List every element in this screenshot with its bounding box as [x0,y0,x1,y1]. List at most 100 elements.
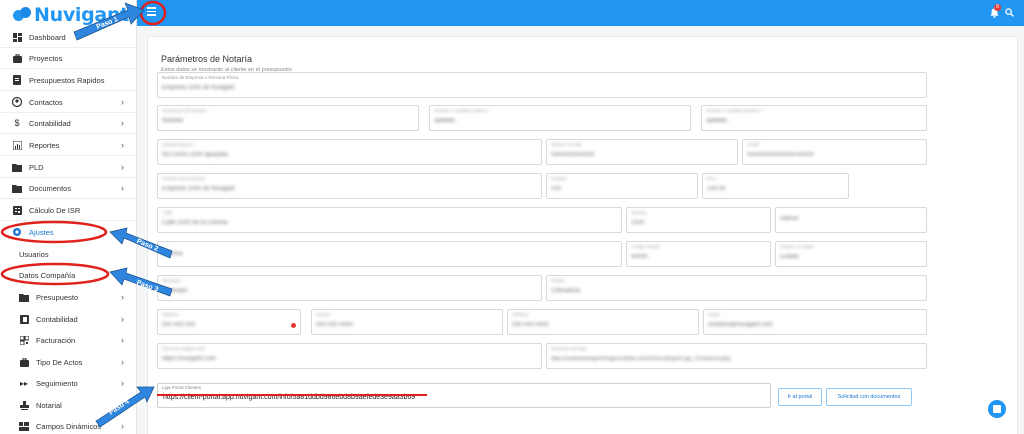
sidebar-item-label: Contactos [29,97,63,107]
chevron-right-icon: › [121,183,124,193]
numero-ine-field[interactable]: Número de INE 0000000000000 [546,139,738,165]
rfc-field[interactable]: RFC 100.00 [702,173,849,199]
celular-field[interactable]: Celular 000 000 0000 [311,309,503,335]
chevron-right-icon: › [121,162,124,172]
chevron-right-icon: › [121,97,124,107]
calle-field[interactable]: Calle Calle 1000 de la Colonia [157,207,622,233]
sidebar-item-presupuestos-rapidos[interactable]: Presupuestos Rapidos [0,70,136,90]
sidebar-item-label: Campos Dinámicos [36,421,102,431]
stamp-icon [19,400,29,410]
sidebar-item-facturacion[interactable]: Facturación › [0,330,136,350]
sidebar-item-label: Presupuestos Rapidos [29,75,105,85]
save-button[interactable] [988,400,1006,418]
sidebar-item-label: Cálculo De ISR [29,205,81,215]
sidebar-item-label: Contabilidad [29,118,71,128]
sidebar-item-presupuesto[interactable]: Presupuesto › [0,287,136,307]
dollar-icon: $ [14,118,20,128]
sidebar-item-label: Reportes [29,140,60,150]
briefcase-icon [19,357,29,367]
go-to-portal-button[interactable]: Ir al portal [778,388,822,406]
entidad-field[interactable]: Entidad 100 [546,173,698,199]
briefcase-icon [12,53,22,63]
sidebar-item-label: Proyectos [29,53,63,63]
chevron-right-icon: › [121,292,124,302]
sidebar-item-campos-dinamicos[interactable]: Campos Dinámicos › [0,416,136,434]
numero-interior-field[interactable]: Interior [775,207,927,233]
ledger-icon [19,314,29,324]
fields-icon [19,421,29,431]
sidebar-item-usuarios[interactable]: Usuarios [0,244,136,264]
codigo-postal-field[interactable]: Código Postal 00000 [626,241,771,267]
page-title: Parámetros de Notaría [161,54,253,64]
colonia-field[interactable]: Colonia [157,241,622,267]
qr-icon [19,335,29,345]
folder-icon [19,292,29,302]
empresa-field[interactable]: Nombre de Empresa o Persona Física Empre… [157,72,927,98]
chevron-right-icon: › [121,335,124,345]
portal-link-value[interactable]: https://client-portal.app.nuvigant.com/i… [163,394,415,401]
sidebar-item-calculo-isr[interactable]: Cálculo De ISR [0,200,136,220]
pagina-web-field[interactable]: Dirección página web https://nuvigant.co… [157,343,542,369]
nombre-notaria-field[interactable]: Nombre de la Notaría Empresa 1000 de Nuv… [157,173,542,199]
sidebar-item-datos-compania[interactable]: Datos Compañía [0,265,136,285]
estado-field[interactable]: Estado Chihuahua [546,275,927,301]
chevron-right-icon: › [121,118,124,128]
sidebar-item-label: Dashboard [29,32,66,42]
portal-clientes-link-field[interactable]: Liga Portal Clientes https://client-port… [157,383,771,408]
sidebar-item-contactos[interactable]: Contactos › [0,92,136,112]
chevron-right-icon: › [121,314,124,324]
document-icon [12,75,22,85]
chevron-right-icon: › [121,378,124,388]
account-icon [12,97,22,107]
nombre-field[interactable]: Nombre(s) del Notario Nombre [157,105,419,131]
calculator-icon [12,205,22,215]
sidebar-item-label: Contabilidad [36,314,78,324]
sidebar-item-label: Ajustes [29,227,54,237]
curp-field[interactable]: CURP AAAA000000HDFAAA00 [742,139,927,165]
apellido-paterno-field[interactable]: Nombre o Apellido Paterno * Apellido [429,105,691,131]
sidebar-item-contabilidad-ajustes[interactable]: Contabilidad › [0,309,136,329]
chevron-right-icon: › [121,140,124,150]
error-indicator-icon [291,323,296,328]
folder-icon [12,183,22,193]
sidebar-item-label: Seguimiento [36,378,78,388]
numero-exterior-field[interactable]: Número 1000 [626,207,771,233]
sidebar-item-label: PLD [29,162,44,172]
email-field[interactable]: Email contacto@nuvigant.com [703,309,927,335]
fast-forward-icon: ▸▸ [19,378,29,388]
chevron-right-icon: › [121,421,124,431]
chevron-right-icon: › [121,357,124,367]
search-icon[interactable] [1005,8,1014,17]
sidebar-item-ajustes[interactable]: Ajustes [0,222,136,242]
notaria-numero-field[interactable]: Notaria Número NOTARIA 1000 apoyada [157,139,542,165]
telefono-field[interactable]: Teléfono 000 000 000 [157,309,301,335]
notaria-parameters-card: Parámetros de Notaría Estos datos se mos… [147,36,1018,434]
sidebar-item-label: Presupuesto [36,292,79,302]
gear-icon [12,227,22,237]
main-content: Parámetros de Notaría Estos datos se mos… [137,26,1024,434]
request-with-documents-button[interactable]: Solicitud con documentos [826,388,912,406]
logo-mark-icon [12,7,34,23]
sidebar-item-label: Documentos [29,183,72,193]
sidebar-item-documentos[interactable]: Documentos › [0,178,136,198]
folder-lock-icon [12,162,22,172]
telefono-2-field[interactable]: Teléfono 000 000 0000 [507,309,699,335]
sidebar-item-reportes[interactable]: Reportes › [0,135,136,155]
sidebar-item-dashboard[interactable]: Dashboard [0,27,136,47]
sidebar-item-seguimiento[interactable]: ▸▸ Seguimiento › [0,373,136,393]
logo-url-field[interactable]: Dirección del logo https://notariamanage… [546,343,927,369]
sidebar-item-pld[interactable]: PLD › [0,157,136,177]
municipio-field[interactable]: Municipio Municipio [157,275,542,301]
sidebar-item-label: Facturación [36,335,76,345]
chart-icon [12,140,22,150]
estado-ciudad-field[interactable]: Estado o Ciudad Estado [775,241,927,267]
sidebar-item-tipo-actos[interactable]: Tipo De Actos › [0,352,136,372]
sidebar-item-proyectos[interactable]: Proyectos [0,48,136,68]
top-app-bar: 8 [137,0,1024,26]
apellido-materno-field[interactable]: Nombre o Apellido Materno * Apellido [701,105,927,131]
sidebar-item-contabilidad[interactable]: $ Contabilidad › [0,113,136,133]
sidebar-item-label: Tipo De Actos [36,357,83,367]
hamburger-menu-icon[interactable] [147,7,157,17]
dashboard-icon [12,32,22,42]
sidebar-item-label: Notarial [36,400,62,410]
